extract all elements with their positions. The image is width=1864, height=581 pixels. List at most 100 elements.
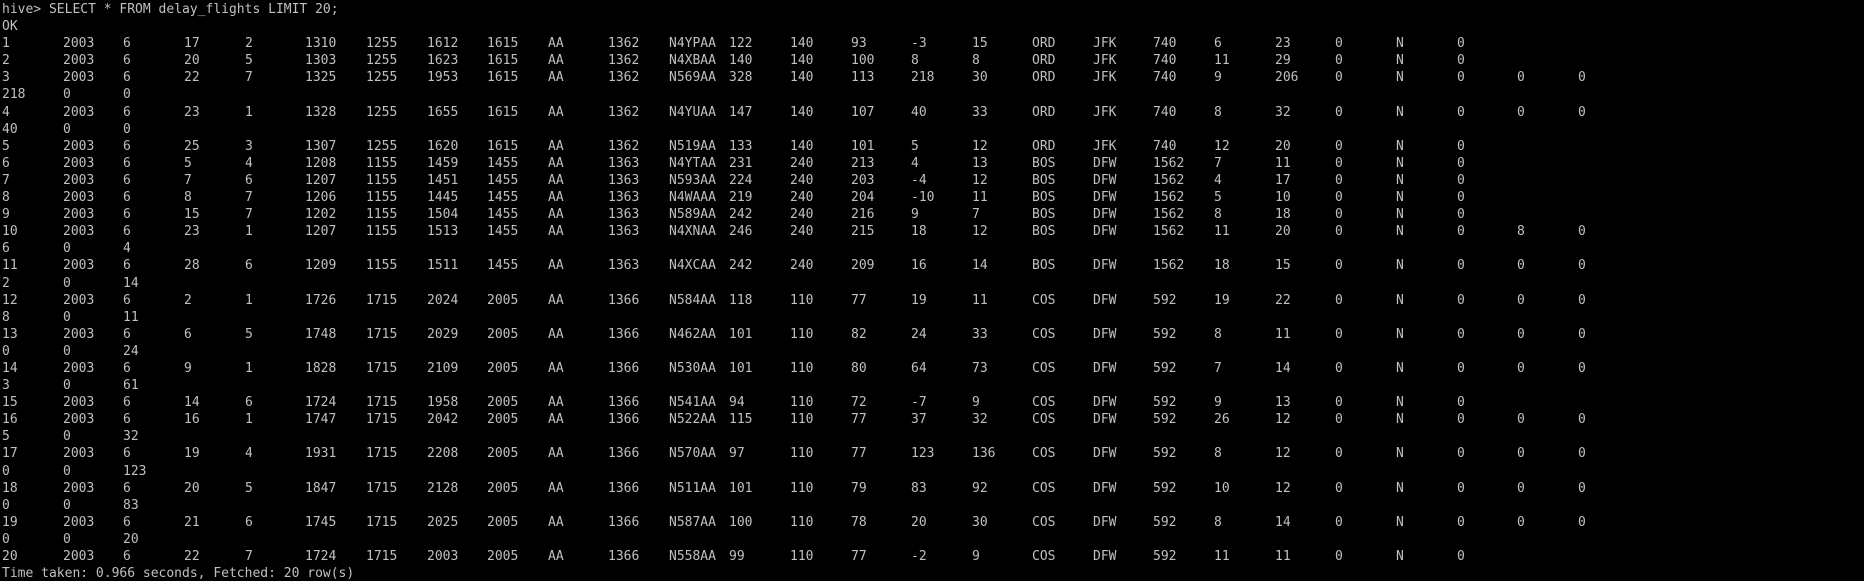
table-row: 4 2003 6 23 1 1328 1255 1655 1615 AA 1362 N4YUAA 147… — [2, 104, 1864, 121]
table-cell: 0 — [1578, 446, 1586, 462]
table-cell: 1366 — [608, 412, 640, 428]
table-cell: COS — [1032, 412, 1056, 428]
table-cell: 1366 — [608, 326, 640, 342]
table-cell: COS — [1032, 446, 1056, 462]
table-cell: 0 — [1457, 53, 1465, 69]
table-cell: 25 — [184, 138, 200, 154]
table-cell: 18 — [1275, 207, 1291, 223]
terminal-window[interactable]: hive> SELECT * FROM delay_flights LIMIT … — [0, 0, 1864, 581]
table-cell: 1615 — [487, 138, 519, 154]
table-cell: 6 — [123, 172, 131, 188]
table-cell: 9 — [972, 395, 980, 411]
table-cell: N587AA — [669, 514, 716, 530]
table-cell: 92 — [972, 480, 988, 496]
table-cell: 0 — [1457, 360, 1465, 376]
table-cell: 1931 — [305, 446, 337, 462]
table-cell: 0 — [1457, 395, 1465, 411]
table-cell: 2 — [184, 292, 192, 308]
table-row-wrap: 0 0 24 — [2, 343, 1864, 360]
table-cell: 32 — [1275, 104, 1291, 120]
table-cell: 11 — [1214, 224, 1230, 240]
table-cell: 94 — [729, 395, 745, 411]
table-cell: 2 — [2, 275, 10, 291]
table-cell: -7 — [911, 395, 927, 411]
table-cell: 8 — [1214, 446, 1222, 462]
table-cell: N — [1396, 104, 1404, 120]
table-cell: 1715 — [366, 446, 398, 462]
table-cell: 2005 — [487, 360, 519, 376]
table-cell: 1455 — [487, 258, 519, 274]
table-cell: 8 — [911, 53, 919, 69]
table-cell: AA — [548, 155, 564, 171]
table-cell: 1715 — [366, 412, 398, 428]
table-cell: 11 — [1214, 549, 1230, 564]
table-cell: 1366 — [608, 446, 640, 462]
table-cell: DFW — [1093, 258, 1117, 274]
table-cell: 6 — [123, 70, 131, 86]
result-rows: 1 2003 6 17 2 1310 1255 1612 1615 AA 1362 N4YPAA 122… — [2, 35, 1864, 565]
table-cell: 9 — [2, 207, 10, 223]
table-cell: N530AA — [669, 360, 716, 376]
table-cell: JFK — [1093, 70, 1117, 86]
table-cell: 19 — [911, 292, 927, 308]
table-cell: DFW — [1093, 292, 1117, 308]
table-cell: 1 — [245, 104, 253, 120]
table-cell: 11 — [1275, 326, 1291, 342]
table-cell: DFW — [1093, 326, 1117, 342]
table-cell: N558AA — [669, 549, 716, 564]
table-cell: 1513 — [427, 224, 459, 240]
table-cell: 7 — [184, 172, 192, 188]
table-cell: DFW — [1093, 395, 1117, 411]
table-cell: 1715 — [366, 326, 398, 342]
table-cell: 2128 — [427, 480, 459, 496]
table-cell: 0 — [1335, 36, 1343, 52]
table-cell: 1953 — [427, 70, 459, 86]
table-cell: 33 — [972, 104, 988, 120]
table-cell: 0 — [1578, 258, 1586, 274]
table-cell: 110 — [790, 549, 814, 564]
table-cell: 10 — [1275, 190, 1291, 206]
table-cell: 1715 — [366, 292, 398, 308]
table-cell: 4 — [1214, 172, 1222, 188]
table-row: 20 2003 6 22 7 1724 1715 2003 2005 AA 1366 N558AA 99… — [2, 548, 1864, 565]
table-cell: 0 — [1457, 224, 1465, 240]
table-cell: 5 — [245, 326, 253, 342]
table-cell: 0 — [1335, 446, 1343, 462]
table-cell: 1715 — [366, 514, 398, 530]
table-cell: BOS — [1032, 190, 1056, 206]
table-cell: 592 — [1153, 395, 1177, 411]
table-cell: 0 — [1335, 514, 1343, 530]
table-cell: N — [1396, 326, 1404, 342]
table-cell: 20 — [1275, 224, 1291, 240]
table-row: 9 2003 6 15 7 1202 1155 1504 1455 AA 1363 N589AA 242… — [2, 206, 1864, 223]
table-cell: N522AA — [669, 412, 716, 428]
table-cell: -3 — [911, 36, 927, 52]
table-cell: 8 — [1517, 224, 1525, 240]
table-cell: N4YTAA — [669, 155, 716, 171]
table-cell: 231 — [729, 155, 753, 171]
table-row: 8 2003 6 8 7 1206 1155 1445 1455 AA 1363 N4WAAA 219 2… — [2, 189, 1864, 206]
table-cell: 0 — [1457, 36, 1465, 52]
table-cell: 0 — [1335, 138, 1343, 154]
table-cell: 9 — [972, 549, 980, 564]
table-row: 11 2003 6 28 6 1209 1155 1511 1455 AA 1363 N4XCAA 24… — [2, 257, 1864, 274]
table-cell: 242 — [729, 258, 753, 274]
table-cell: 40 — [911, 104, 927, 120]
table-row: 15 2003 6 14 6 1724 1715 1958 2005 AA 1366 N541AA 94… — [2, 394, 1864, 411]
table-cell: 0 — [1578, 412, 1586, 428]
table-row: 16 2003 6 16 1 1747 1715 2042 2005 AA 1366 N522AA 11… — [2, 411, 1864, 428]
table-cell: 0 — [1517, 446, 1525, 462]
table-cell: 1363 — [608, 224, 640, 240]
table-row: 19 2003 6 21 6 1745 1715 2025 2005 AA 1366 N587AA 10… — [2, 514, 1864, 531]
table-row-wrap: 6 0 4 — [2, 240, 1864, 257]
table-cell: COS — [1032, 292, 1056, 308]
table-cell: DFW — [1093, 412, 1117, 428]
table-cell: 0 — [1578, 104, 1586, 120]
table-row: 13 2003 6 6 5 1748 1715 2029 2005 AA 1366 N462AA 101… — [2, 326, 1864, 343]
table-cell: 30 — [972, 514, 988, 530]
table-cell: N — [1396, 292, 1404, 308]
table-cell: 2025 — [427, 514, 459, 530]
table-cell: 12 — [1275, 412, 1291, 428]
table-cell: 6 — [123, 326, 131, 342]
table-row: 18 2003 6 20 5 1847 1715 2128 2005 AA 1366 N511AA 10… — [2, 480, 1864, 497]
